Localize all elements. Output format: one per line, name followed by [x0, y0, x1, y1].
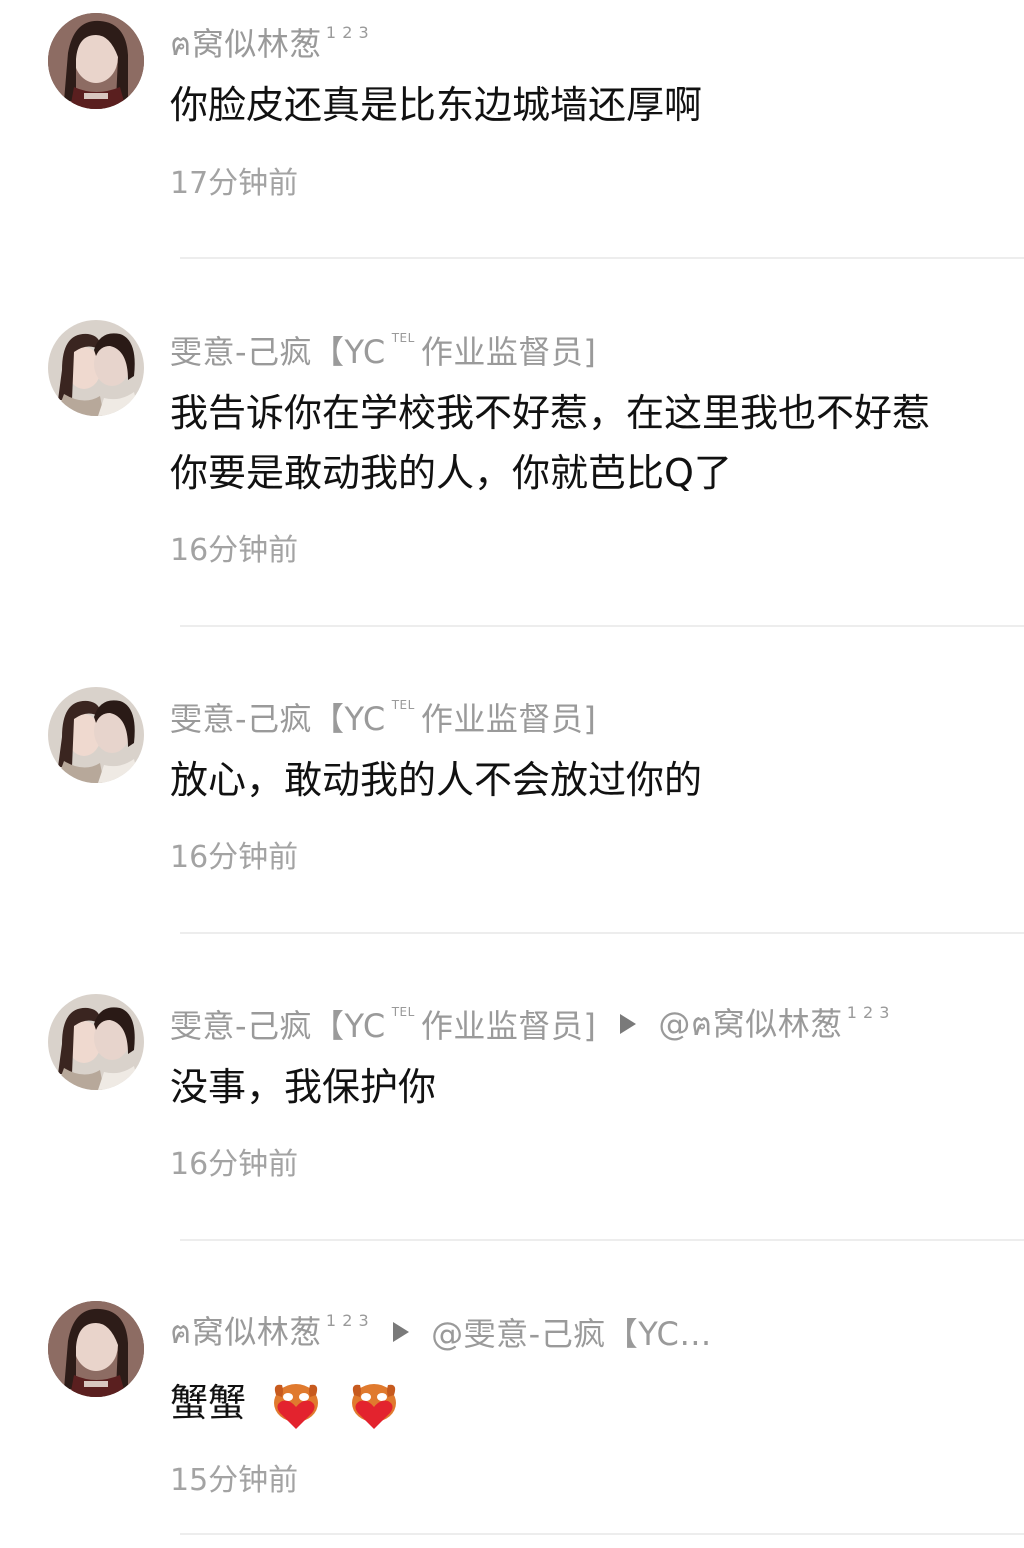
comment-text: 放心，敢动我的人不会放过你的: [170, 758, 703, 802]
tel-badge: TEL: [391, 331, 415, 345]
timestamp: 15分钟前: [170, 1463, 299, 1498]
comment-text: 没事，我保护你: [170, 1065, 437, 1109]
username-superscript: 1 2 3: [325, 1310, 370, 1330]
comment-text-line-1: 我告诉你在学校我不好惹，在这里我也不好惹: [170, 391, 931, 435]
tel-badge: TEL: [391, 698, 415, 712]
username[interactable]: ฅ窝似林葱 1 2 3 @雯意-己疯【YC…: [170, 1310, 712, 1354]
username-suffix: 作业监督员]: [420, 700, 597, 738]
reply-to-superscript: 1 2 3: [846, 1002, 890, 1022]
username-text: ฅ窝似林葱: [170, 1312, 322, 1351]
reply-arrow-icon: [620, 1014, 637, 1034]
heart-hug-emoji-icon: [346, 1381, 402, 1431]
comment-text-content: 蟹蟹: [170, 1381, 247, 1425]
username[interactable]: 雯意-己疯【YC TEL 作业监督员]: [170, 695, 596, 739]
tel-badge: TEL: [391, 1005, 415, 1019]
comment-text-line-2: 你要是敢动我的人，你就芭比Q了: [170, 451, 732, 495]
username[interactable]: ฅ窝似林葱 1 2 3: [170, 22, 369, 66]
divider: [180, 257, 1024, 259]
divider: [180, 625, 1024, 627]
username-text: ฅ窝似林葱: [170, 24, 322, 63]
reply-to-name[interactable]: @雯意-己疯【YC…: [431, 1309, 712, 1355]
divider: [180, 1533, 1024, 1535]
timestamp: 16分钟前: [170, 1147, 299, 1182]
comment-text: 蟹蟹: [170, 1372, 1014, 1434]
username-suffix: 作业监督员]: [420, 1007, 597, 1045]
divider: [180, 1239, 1024, 1241]
heart-hug-emoji-icon: [268, 1381, 324, 1431]
reply-arrow-icon: [393, 1322, 410, 1342]
divider: [180, 932, 1024, 934]
avatar[interactable]: [48, 320, 144, 416]
username-suffix: 作业监督员]: [420, 333, 597, 371]
timestamp: 16分钟前: [170, 533, 299, 568]
username-prefix: 雯意-己疯【YC: [170, 333, 386, 371]
avatar[interactable]: [48, 1301, 144, 1397]
avatar[interactable]: [48, 994, 144, 1090]
username-superscript: 1 2 3: [325, 22, 370, 42]
timestamp: 16分钟前: [170, 840, 299, 875]
avatar[interactable]: [48, 13, 144, 109]
username[interactable]: 雯意-己疯【YC TEL 作业监督员] @ฅ窝似林葱 1 2 3: [170, 1002, 890, 1046]
username[interactable]: 雯意-己疯【YC TEL 作业监督员]: [170, 328, 596, 372]
comment-text: 你脸皮还真是比东边城墙还厚啊: [170, 83, 703, 127]
timestamp: 17分钟前: [170, 166, 299, 201]
username-prefix: 雯意-己疯【YC: [170, 1007, 386, 1045]
avatar[interactable]: [48, 687, 144, 783]
reply-to-name[interactable]: @ฅ窝似林葱: [658, 999, 842, 1050]
username-prefix: 雯意-己疯【YC: [170, 700, 386, 738]
